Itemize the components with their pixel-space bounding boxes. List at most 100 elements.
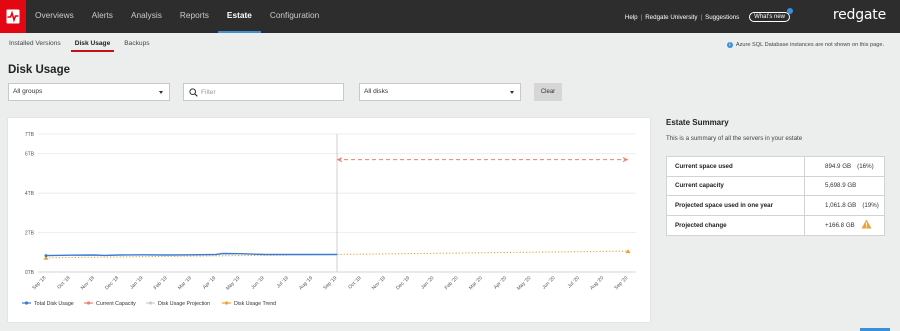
redgate-brand-logo[interactable]: redgate [833,7,886,23]
disk-usage-chart-card: 0TB 2TB 4TB 6TB 7TB Sep '18 Oct '18 Nov '18 Dec … [8,118,650,322]
x-tick-label: Oct '18 [56,275,71,290]
legend-dot [224,301,229,305]
summary-value: 1,061.8 GB (19%) [805,202,884,209]
legend-label: Disk Usage Trend [234,301,276,307]
help-link[interactable]: Help [625,14,638,21]
value-text: +166.8 GB [825,221,855,229]
y-tick-label: 2TB [25,231,35,237]
summary-label: Current space used [667,157,805,176]
separator: | [640,13,643,21]
legend-label: Current Capacity [96,301,136,307]
legend-item[interactable]: Disk Usage Trend [222,301,276,307]
x-tick-label: May '19 [225,275,242,292]
chevron-down-icon [510,91,514,94]
y-tick-label: 7TB [25,132,35,138]
summary-label: Projected space used in one year [667,196,805,215]
percent-text: (16%) [857,162,874,170]
x-tick-label: Jun '19 [250,275,266,291]
notice-text: Azure SQL Database instances are not sho… [735,42,884,48]
summary-description: This is a summary of all the servers in … [666,135,803,142]
tab-disk-usage[interactable]: Disk Usage [70,40,114,52]
x-tick-label: Sep '20 [613,275,629,291]
x-tick-label: Nov '19 [371,275,387,291]
groups-select[interactable]: All groups [8,83,170,101]
search-icon [189,88,198,97]
nav-analysis[interactable]: Analysis [122,0,171,33]
x-tick-label: Feb '19 [153,275,169,291]
filter-input[interactable] [201,85,339,99]
nav-configuration[interactable]: Configuration [261,0,328,33]
monitor-logo-icon [6,9,20,24]
summary-title: Estate Summary [666,118,729,127]
x-tick-label: Jan '20 [420,275,436,291]
redgate-monitor-logo[interactable] [0,0,26,33]
clear-button[interactable]: Clear [534,83,562,101]
x-tick-label: Jul '20 [567,275,582,290]
top-navigation-bar: Overviews Alerts Analysis Reports Estate… [0,0,900,33]
total-usage-start-point [44,254,48,258]
summary-value: +166.8 GB [805,219,884,231]
nav-reports[interactable]: Reports [171,0,218,33]
legend-dot [86,301,91,305]
legend-item[interactable]: Total Disk Usage [22,301,74,307]
y-tick-label: 6TB [25,152,35,158]
nav-estate[interactable]: Estate [217,0,261,33]
suggestions-link[interactable]: Suggestions [705,14,739,21]
x-tick-label: Nov '18 [80,275,96,291]
x-tick-label: Mar '19 [177,275,193,291]
separator: | [700,13,703,21]
legend-dot [24,301,29,305]
x-tick-label: Jun '20 [541,275,557,291]
legend-label: Total Disk Usage [34,301,74,307]
x-tick-label: Aug '20 [589,275,605,291]
legend-dot [148,301,153,305]
nav-alerts[interactable]: Alerts [83,0,122,33]
university-link[interactable]: Redgate University [645,14,697,21]
x-tick-label: Apr '20 [493,275,508,290]
y-tick-label: 4TB [25,191,35,197]
azure-notice: i Azure SQL Database instances are not s… [726,42,884,48]
x-tick-label: Aug '19 [298,275,314,291]
groups-select-value: All groups [13,88,43,95]
x-tick-label: Sep '18 [31,275,47,291]
summary-row: Current capacity 5,698.9 GB [667,176,884,196]
whats-new-button[interactable]: What's new [749,8,793,22]
top-links: Help | Redgate University | Suggestions … [625,8,793,22]
y-tick-label: 0TB [25,270,35,276]
nav-overviews[interactable]: Overviews [26,0,83,33]
chevron-down-icon [159,91,163,94]
summary-value: 5,698.9 GB [805,182,884,189]
disks-select[interactable]: All disks [359,83,521,101]
summary-value: 894.9 GB (16%) [805,163,884,170]
value-text: 5,698.9 GB [825,182,857,190]
estate-summary-table: Current space used 894.9 GB (16%) Current… [666,156,885,236]
percent-text: (19%) [862,201,879,209]
tab-installed-versions[interactable]: Installed Versions [9,40,61,52]
x-tick-label: Feb '20 [444,275,460,291]
summary-row: Projected change +166.8 GB [667,215,884,235]
x-tick-label: Mar '20 [468,275,484,291]
main-nav: Overviews Alerts Analysis Reports Estate… [26,0,328,33]
x-tick-label: Jan '19 [129,275,145,291]
sub-tabs: Installed Versions Disk Usage Backups [9,40,164,52]
x-tick-label: Apr '19 [202,275,217,290]
x-tick-label: Dec '19 [395,275,411,291]
x-tick-label: Dec '18 [104,275,120,291]
summary-label: Projected change [667,215,805,235]
filter-search-box [183,83,344,101]
summary-row: Projected space used in one year 1,061.8… [667,196,884,216]
legend-item[interactable]: Current Capacity [84,301,136,307]
value-text: 1,061.8 GB [825,201,857,209]
value-text: 894.9 GB [825,162,852,170]
x-tick-label: Sep '19 [322,275,338,291]
disks-select-value: All disks [364,88,389,95]
x-tick-label: Oct '19 [347,275,362,290]
legend-item[interactable]: Disk Usage Projection [146,301,210,307]
tab-backups[interactable]: Backups [124,40,149,52]
info-icon: i [726,42,733,48]
summary-row: Current space used 894.9 GB (16%) [667,157,884,177]
legend-label: Disk Usage Projection [158,301,210,307]
warning-icon[interactable] [861,219,872,231]
notification-dot [787,8,793,14]
x-tick-label: May '20 [516,275,533,292]
